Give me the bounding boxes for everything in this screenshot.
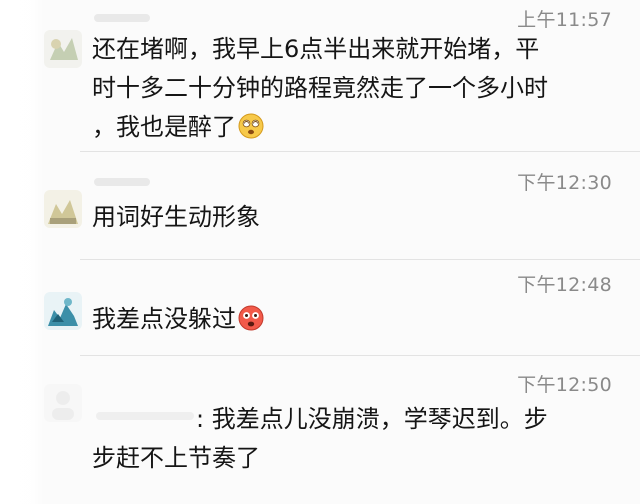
- comment-item[interactable]: 上午11:57 还在堵啊，我早上6点半出来就开始堵，平 时十多二十分钟的路程竟然…: [0, 0, 640, 152]
- comment-item[interactable]: 下午12:50 : 我差点儿没崩溃，学琴迟到。步 步赶不上节奏了: [0, 356, 640, 504]
- comment-time: 下午12:30: [517, 172, 612, 194]
- comment-line: 还在堵啊，我早上6点半出来就开始堵，平: [92, 35, 540, 63]
- avatar[interactable]: [44, 190, 82, 228]
- comment-text: 用词好生动形象: [92, 198, 612, 237]
- avatar[interactable]: [44, 292, 82, 330]
- comment-line: ，我也是醉了: [92, 108, 612, 151]
- username-blurred: [94, 14, 150, 22]
- comment-text: : 我差点儿没崩溃，学琴迟到。步: [196, 400, 616, 439]
- avatar[interactable]: [44, 384, 82, 422]
- comment-line: : 我差点儿没崩溃，学琴迟到。步: [196, 405, 548, 433]
- edge-fade: [0, 0, 44, 504]
- flushed-face-emoji: [238, 304, 264, 343]
- comment-line: 我差点没躲过: [92, 300, 612, 343]
- comment-line: 步赶不上节奏了: [92, 444, 260, 472]
- dizzy-face-emoji: [238, 112, 264, 151]
- comment-text: 还在堵啊，我早上6点半出来就开始堵，平 时十多二十分钟的路程竟然走了一个多小时 …: [92, 30, 612, 151]
- comment-line: 用词好生动形象: [92, 203, 260, 231]
- avatar[interactable]: [44, 30, 82, 68]
- comment-item[interactable]: 下午12:48 我差点没躲过: [0, 260, 640, 356]
- username-blurred: [96, 412, 194, 420]
- comment-time: 下午12:50: [517, 374, 612, 396]
- comment-line-text: 我差点没躲过: [92, 305, 236, 333]
- comment-text: 我差点没躲过: [92, 300, 612, 343]
- comment-item[interactable]: 下午12:30 用词好生动形象: [0, 152, 640, 260]
- comment-time: 下午12:48: [517, 274, 612, 296]
- comment-line-text: ，我也是醉了: [92, 113, 236, 141]
- comment-line: 时十多二十分钟的路程竟然走了一个多小时: [92, 74, 548, 102]
- comment-feed: 上午11:57 还在堵啊，我早上6点半出来就开始堵，平 时十多二十分钟的路程竟然…: [0, 0, 640, 504]
- comment-time: 上午11:57: [517, 9, 612, 31]
- comment-text: 步赶不上节奏了: [92, 439, 612, 478]
- username-blurred: [94, 178, 150, 186]
